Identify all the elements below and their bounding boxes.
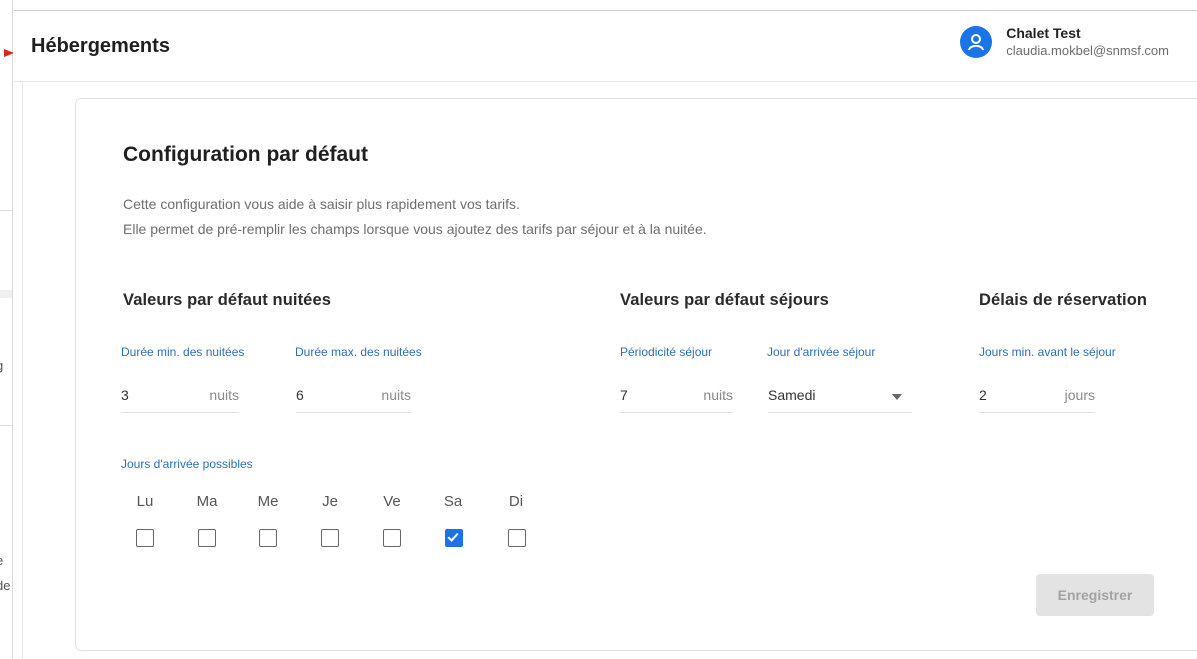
day-checkbox-lu[interactable] [136, 529, 154, 547]
day-checkbox-di[interactable] [508, 529, 526, 547]
sidebar-divider [0, 210, 12, 211]
day-label-ve: Ve [383, 493, 401, 510]
day-checkbox-je[interactable] [321, 529, 339, 547]
day-checkbox-sa[interactable] [445, 529, 463, 547]
avatar[interactable] [960, 26, 993, 58]
page-title: Hébergements [31, 35, 170, 57]
stay-period-value: 7 [620, 387, 628, 403]
arrival-days-label: Jours d'arrivée possibles [121, 457, 253, 471]
sidebar-text-fragment: g [0, 358, 12, 373]
user-name: Chalet Test [1006, 25, 1081, 41]
day-label-me: Me [257, 493, 279, 510]
stay-arrival-day-value: Samedi [768, 387, 816, 403]
stay-arrival-day-label: Jour d'arrivée séjour [767, 345, 876, 359]
check-icon [447, 533, 459, 543]
section-title-delais: Délais de réservation [979, 291, 1148, 309]
min-days-before-label: Jours min. avant le séjour [979, 345, 1116, 359]
day-label-je: Je [322, 493, 338, 510]
min-days-before-value: 2 [979, 387, 987, 403]
user-info: Chalet Test claudia.mokbel@snmsf.com [1006, 25, 1169, 59]
top-bar: Hébergements Chalet Test claudia.mokbel@… [14, 10, 1197, 82]
day-checkbox-ma[interactable] [198, 529, 216, 547]
chevron-down-icon[interactable] [892, 394, 902, 400]
section-title-sejours: Valeurs par défaut séjours [620, 291, 829, 309]
max-nights-field[interactable]: 6 nuits [296, 379, 411, 413]
user-email: claudia.mokbel@snmsf.com [1006, 43, 1169, 58]
user-menu[interactable]: Chalet Test claudia.mokbel@snmsf.com [960, 25, 1169, 59]
save-button[interactable]: Enregistrer [1036, 574, 1154, 616]
min-nights-value: 3 [121, 387, 129, 403]
max-nights-unit: nuits [381, 387, 411, 403]
day-checkbox-me[interactable] [259, 529, 277, 547]
day-label-di: Di [508, 493, 524, 510]
content-divider [22, 82, 23, 659]
day-label-lu: Lu [136, 493, 154, 510]
max-nights-value: 6 [296, 387, 304, 403]
day-label-ma: Ma [196, 493, 218, 510]
stay-period-field[interactable]: 7 nuits [620, 379, 733, 413]
day-checkbox-ve[interactable] [383, 529, 401, 547]
default-config-card: Configuration par défaut Cette configura… [75, 98, 1197, 651]
min-days-before-field[interactable]: 2 jours [979, 379, 1095, 413]
min-nights-field[interactable]: 3 nuits [121, 379, 239, 413]
sidebar-divider [0, 425, 12, 426]
card-title: Configuration par défaut [123, 143, 368, 166]
stay-period-label: Périodicité séjour [620, 345, 713, 359]
sidebar-band [0, 290, 12, 298]
user-icon [968, 34, 985, 51]
arrow-pointer-icon [4, 49, 14, 57]
section-title-nuitees: Valeurs par défaut nuitées [123, 291, 332, 309]
stay-arrival-day-select[interactable]: Samedi [768, 379, 912, 413]
card-description-line-2: Elle permet de pré-remplir les champs lo… [123, 221, 707, 237]
min-days-before-unit: jours [1064, 387, 1095, 403]
stay-period-unit: nuits [703, 387, 733, 403]
min-nights-label: Durée min. des nuitées [121, 345, 245, 359]
sidebar-fragment: g e de [0, 0, 13, 659]
sidebar-text-fragment: de [0, 578, 11, 593]
min-nights-unit: nuits [209, 387, 239, 403]
max-nights-label: Durée max. des nuitées [295, 345, 422, 359]
day-label-sa: Sa [443, 493, 463, 510]
card-description-line-1: Cette configuration vous aide à saisir p… [123, 196, 520, 212]
sidebar-text-fragment: e [0, 553, 12, 568]
